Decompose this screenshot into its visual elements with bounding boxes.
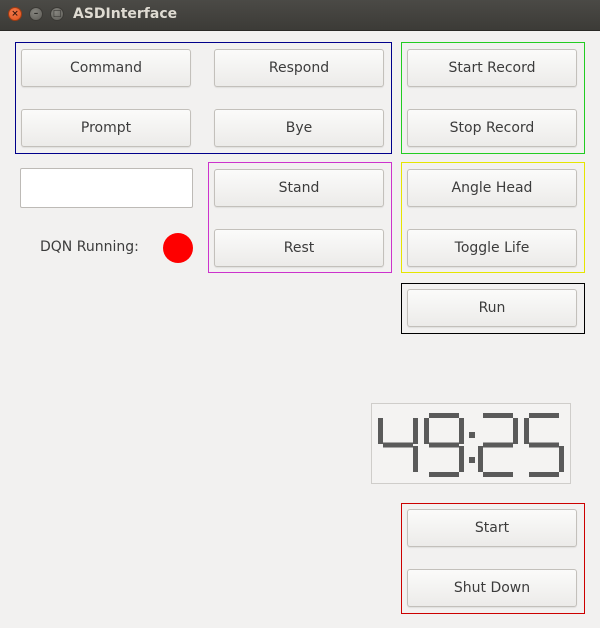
- lcd-segment: [459, 446, 464, 472]
- window-title: ASDInterface: [73, 6, 178, 22]
- lcd-segment: [483, 442, 513, 448]
- lcd-segment: [483, 413, 513, 418]
- timer-display: [371, 403, 571, 484]
- lcd-segment: [478, 446, 483, 472]
- lcd-segment: [424, 418, 429, 444]
- run-button[interactable]: Run: [407, 289, 577, 327]
- lcd-segment: [413, 418, 418, 444]
- shut-down-button[interactable]: Shut Down: [407, 569, 577, 607]
- lcd-segment: [378, 418, 383, 444]
- dqn-status-indicator: [163, 233, 193, 263]
- start-button[interactable]: Start: [407, 509, 577, 547]
- lcd-segment: [429, 413, 459, 418]
- lcd-segment: [559, 446, 564, 472]
- minimize-icon[interactable]: –: [29, 7, 43, 21]
- angle-head-button[interactable]: Angle Head: [407, 169, 577, 207]
- lcd-segment: [413, 446, 418, 472]
- lcd-digits: [378, 413, 564, 477]
- lcd-segment: [524, 418, 529, 444]
- respond-button[interactable]: Respond: [214, 49, 384, 87]
- prompt-button[interactable]: Prompt: [21, 109, 191, 147]
- lcd-segment: [529, 413, 559, 418]
- lcd-segment: [483, 472, 513, 477]
- lcd-segment: [383, 442, 413, 448]
- lcd-segment: [429, 442, 459, 448]
- start-record-button[interactable]: Start Record: [407, 49, 577, 87]
- lcd-segment: [513, 418, 518, 444]
- stop-record-button[interactable]: Stop Record: [407, 109, 577, 147]
- stand-button[interactable]: Stand: [214, 169, 384, 207]
- text-input[interactable]: [20, 168, 193, 208]
- lcd-colon-dot: [469, 432, 475, 438]
- lcd-segment: [529, 472, 559, 477]
- bye-button[interactable]: Bye: [214, 109, 384, 147]
- toggle-life-button[interactable]: Toggle Life: [407, 229, 577, 267]
- command-button[interactable]: Command: [21, 49, 191, 87]
- lcd-segment: [429, 472, 459, 477]
- rest-button[interactable]: Rest: [214, 229, 384, 267]
- lcd-segment: [529, 442, 559, 448]
- close-icon[interactable]: ×: [8, 7, 22, 21]
- lcd-colon-dot: [469, 457, 475, 463]
- maximize-icon[interactable]: □: [50, 7, 64, 21]
- dqn-running-label: DQN Running:: [40, 239, 139, 255]
- title-bar: × – □ ASDInterface: [0, 0, 600, 31]
- lcd-segment: [459, 418, 464, 444]
